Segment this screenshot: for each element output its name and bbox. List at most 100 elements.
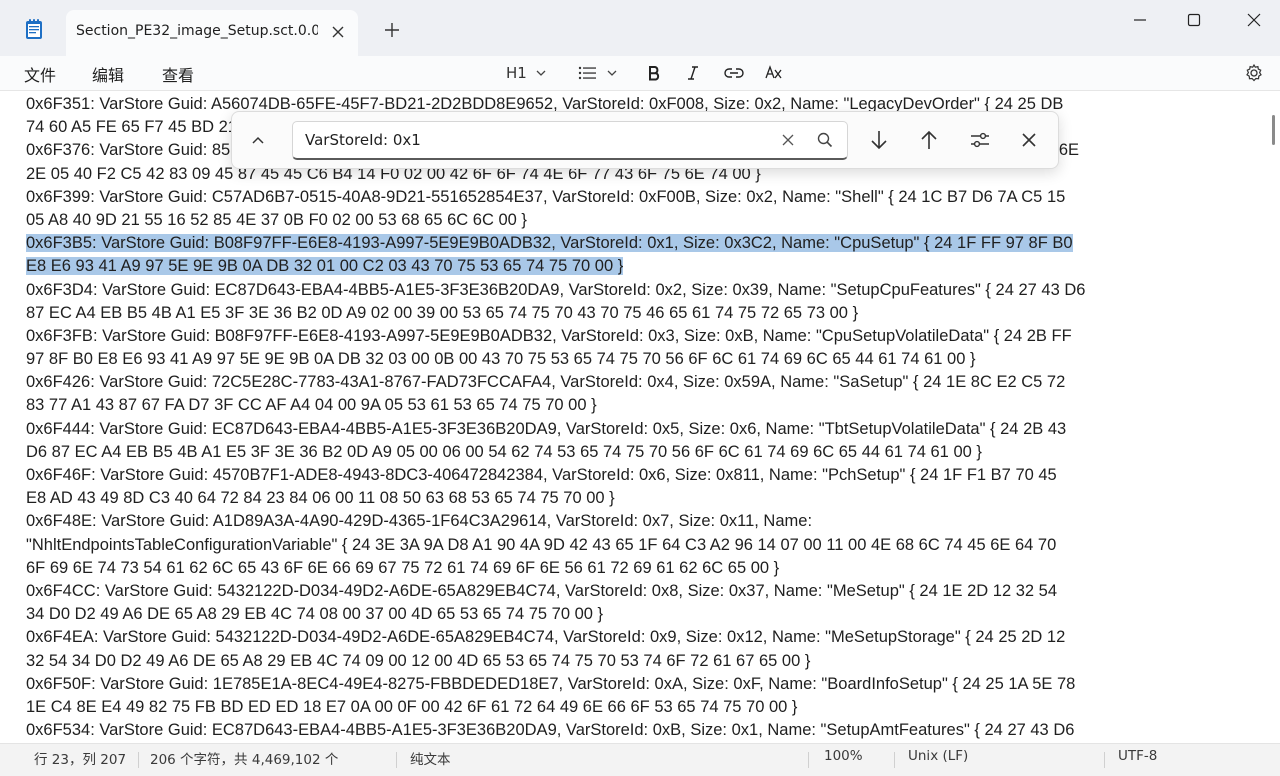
tab-close-icon[interactable]	[328, 22, 348, 42]
text-line-content: 0x6F3B5: VarStore Guid: B08F97FF-E6E8-41…	[26, 234, 1073, 253]
vertical-scrollbar[interactable]	[1268, 91, 1280, 743]
zoom-level[interactable]: 100%	[824, 748, 863, 764]
text-line-content: 0x6F4EA: VarStore Guid: 5432122D-D034-49…	[26, 628, 1066, 647]
text-line: 0x6F3FB: VarStore Guid: B08F97FF-E6E8-41…	[26, 325, 1264, 348]
editor-lines: 0x6F351: VarStore Guid: A56074DB-65FE-45…	[26, 93, 1264, 742]
document-tab[interactable]: Section_PE32_image_Setup.sct.0.0.e	[66, 10, 358, 56]
text-line: 0x6F3D4: VarStore Guid: EC87D643-EBA4-4B…	[26, 279, 1264, 302]
tab-title: Section_PE32_image_Setup.sct.0.0.e	[76, 23, 318, 39]
find-options-sliders-icon[interactable]	[968, 128, 992, 152]
search-icon[interactable]	[816, 131, 834, 149]
clear-formatting-button[interactable]	[764, 60, 784, 86]
text-line: 0x6F426: VarStore Guid: 72C5E28C-7783-43…	[26, 371, 1264, 394]
chevron-up-icon[interactable]	[248, 130, 268, 150]
link-icon	[723, 64, 745, 82]
minimize-icon[interactable]	[1128, 8, 1152, 32]
text-line: 0x6F3B5: VarStore Guid: B08F97FF-E6E8-41…	[26, 232, 1264, 255]
italic-icon	[684, 64, 702, 82]
text-line-content: 0x6F3FB: VarStore Guid: B08F97FF-E6E8-41…	[26, 326, 1072, 345]
text-line-content: E8 AD 43 49 8D C3 40 64 72 84 23 84 06 0…	[26, 489, 615, 508]
chevron-down-icon	[606, 67, 618, 79]
status-bar: 行 23，列 207 206 个字符，共 4,469,102 个 纯文本 100…	[0, 743, 1280, 776]
menu-edit[interactable]: 编辑	[92, 62, 124, 86]
maximize-icon[interactable]	[1182, 8, 1206, 32]
text-format[interactable]: 纯文本	[410, 748, 451, 768]
status-divider	[894, 752, 895, 768]
menu-view[interactable]: 查看	[162, 62, 194, 86]
text-line: 32 54 34 D0 D2 49 A6 DE 65 A8 29 EB 4C 7…	[26, 650, 1264, 673]
text-line: E8 E6 93 41 A9 97 5E 9E 9B 0A DB 32 01 0…	[26, 255, 1264, 278]
text-line: "NhltEndpointsTableConfigurationVariable…	[26, 534, 1264, 557]
text-line: 0x6F48E: VarStore Guid: A1D89A3A-4A90-42…	[26, 510, 1264, 533]
text-line: 83 77 A1 43 87 67 FA D7 3F CC AF A4 04 0…	[26, 394, 1264, 417]
text-line-content: 0x6F3D4: VarStore Guid: EC87D643-EBA4-4B…	[26, 280, 1086, 299]
text-line: 0x6F50F: VarStore Guid: 1E785E1A-8EC4-49…	[26, 673, 1264, 696]
italic-button[interactable]	[684, 60, 702, 86]
text-line: 0x6F444: VarStore Guid: EC87D643-EBA4-4B…	[26, 418, 1264, 441]
scrollbar-thumb[interactable]	[1272, 115, 1275, 145]
text-line: D6 87 EC A4 EB B5 4B A1 E5 3F 3E 36 B2 0…	[26, 441, 1264, 464]
find-input[interactable]: VarStoreId: 0x1	[292, 121, 848, 160]
character-count: 206 个字符，共 4,469,102 个	[150, 752, 339, 768]
find-input-value: VarStoreId: 0x1	[305, 131, 421, 149]
text-line: 0x6F46F: VarStore Guid: 4570B7F1-ADE8-49…	[26, 464, 1264, 487]
notepad-app-icon	[24, 18, 44, 40]
chevron-down-icon	[535, 67, 547, 79]
clear-search-icon[interactable]	[780, 132, 796, 148]
clear-formatting-icon	[764, 64, 784, 82]
text-line-content: 1E C4 8E E4 49 82 75 FB BD ED ED 18 E7 0…	[26, 697, 798, 716]
text-line: 0x6F4EA: VarStore Guid: 5432122D-D034-49…	[26, 626, 1264, 649]
text-line: 1E C4 8E E4 49 82 75 FB BD ED ED 18 E7 0…	[26, 696, 1264, 719]
text-line-content: 83 77 A1 43 87 67 FA D7 3F CC AF A4 04 0…	[26, 396, 597, 415]
text-line-content: 34 D0 D2 49 A6 DE 65 A8 29 EB 4C 74 08 0…	[26, 605, 604, 624]
text-line: 97 8F B0 E8 E6 93 41 A9 97 5E 9E 9B 0A D…	[26, 348, 1264, 371]
text-line: 87 EC A4 EB B5 4B A1 E5 3F 3E 36 B2 0D A…	[26, 302, 1264, 325]
text-line-content: 05 A8 40 9D 21 55 16 52 85 4E 37 0B F0 0…	[26, 210, 527, 229]
text-line-content: 0x6F4CC: VarStore Guid: 5432122D-D034-49…	[26, 581, 1058, 600]
heading-dropdown[interactable]: H1	[506, 60, 547, 86]
link-button[interactable]	[723, 60, 745, 86]
text-line: 34 D0 D2 49 A6 DE 65 A8 29 EB 4C 74 08 0…	[26, 603, 1264, 626]
gear-icon	[1244, 63, 1264, 83]
text-line-content: 0x6F444: VarStore Guid: EC87D643-EBA4-4B…	[26, 419, 1067, 438]
text-line: E8 AD 43 49 8D C3 40 64 72 84 23 84 06 0…	[26, 487, 1264, 510]
status-divider	[138, 752, 139, 768]
text-line-content: 32 54 34 D0 D2 49 A6 DE 65 A8 29 EB 4C 7…	[26, 651, 811, 670]
encoding[interactable]: UTF-8	[1118, 748, 1157, 764]
text-line: 6F 69 6E 74 73 54 61 62 6C 65 43 6F 6E 6…	[26, 557, 1264, 580]
text-line-content: 87 EC A4 EB B5 4B A1 E5 3F 3E 36 B2 0D A…	[26, 303, 859, 322]
text-line-content: D6 87 EC A4 EB B5 4B A1 E5 3F 3E 36 B2 0…	[26, 442, 982, 461]
heading-label: H1	[506, 64, 527, 82]
text-line-content: 0x6F48E: VarStore Guid: A1D89A3A-4A90-42…	[26, 512, 813, 531]
line-ending[interactable]: Unix (LF)	[908, 748, 968, 764]
menu-file[interactable]: 文件	[24, 62, 56, 86]
text-line-content: 0x6F534: VarStore Guid: EC87D643-EBA4-4B…	[26, 721, 1075, 740]
text-line-content: 0x6F426: VarStore Guid: 72C5E28C-7783-43…	[26, 373, 1066, 392]
menu-bar: 文件 编辑 查看 H1	[0, 56, 1280, 91]
find-next-down-arrow-icon[interactable]	[867, 128, 891, 152]
status-divider	[396, 752, 397, 768]
text-line: 0x6F4CC: VarStore Guid: 5432122D-D034-49…	[26, 580, 1264, 603]
bold-button[interactable]	[645, 60, 663, 86]
close-window-icon[interactable]	[1242, 8, 1266, 32]
find-previous-up-arrow-icon[interactable]	[917, 128, 941, 152]
settings-button[interactable]	[1244, 60, 1264, 86]
text-line-content: 6F 69 6E 74 73 54 61 62 6C 65 43 6F 6E 6…	[26, 558, 780, 577]
notepad-window: Section_PE32_image_Setup.sct.0.0.e 文件 编辑…	[0, 0, 1280, 776]
text-line: 05 A8 40 9D 21 55 16 52 85 4E 37 0B F0 0…	[26, 209, 1264, 232]
text-line-content: 97 8F B0 E8 E6 93 41 A9 97 5E 9E 9B 0A D…	[26, 350, 976, 369]
find-panel: VarStoreId: 0x1	[231, 111, 1059, 169]
text-line-content: 0x6F46F: VarStore Guid: 4570B7F1-ADE8-49…	[26, 466, 1057, 484]
text-line: 0x6F399: VarStore Guid: C57AD6B7-0515-40…	[26, 186, 1264, 209]
bold-icon	[645, 64, 663, 82]
text-line-content: "NhltEndpointsTableConfigurationVariable…	[26, 535, 1057, 554]
status-divider	[808, 752, 809, 768]
text-line: 0x6F534: VarStore Guid: EC87D643-EBA4-4B…	[26, 719, 1264, 742]
text-line-content: 0x6F50F: VarStore Guid: 1E785E1A-8EC4-49…	[26, 674, 1076, 693]
title-bar: Section_PE32_image_Setup.sct.0.0.e	[0, 0, 1280, 56]
list-dropdown[interactable]	[578, 60, 618, 86]
close-find-icon[interactable]	[1017, 128, 1041, 152]
text-line-content: 0x6F399: VarStore Guid: C57AD6B7-0515-40…	[26, 187, 1066, 206]
text-editor[interactable]: 0x6F351: VarStore Guid: A56074DB-65FE-45…	[0, 91, 1266, 743]
new-tab-plus-icon[interactable]	[382, 20, 402, 40]
